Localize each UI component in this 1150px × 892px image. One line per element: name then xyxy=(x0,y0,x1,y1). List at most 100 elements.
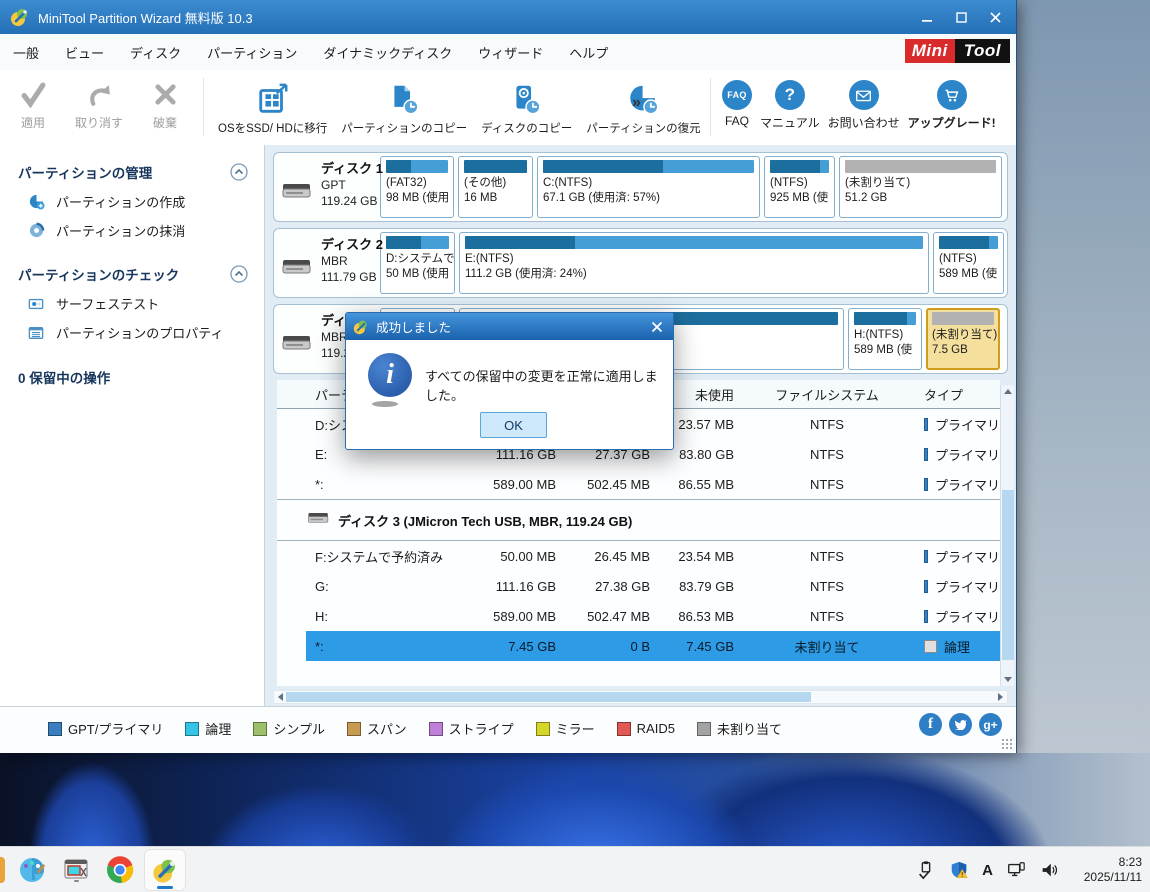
sidebar-item[interactable]: パーティションの作成 xyxy=(0,187,264,216)
legend-item: スパン xyxy=(347,719,407,738)
discard-button[interactable]: 破棄 xyxy=(140,78,190,131)
scrollbar-thumb[interactable] xyxy=(286,692,811,702)
minitool-app-icon xyxy=(353,319,369,335)
chrome-icon[interactable] xyxy=(106,856,134,884)
column-header[interactable]: タイプ xyxy=(920,385,1000,404)
disk-copy-button[interactable]: ディスクのコピー xyxy=(477,80,576,136)
googleplus-icon[interactable]: g+ xyxy=(979,713,1002,736)
table-row[interactable]: G:111.16 GB27.38 GB83.79 GBNTFSプライマリ xyxy=(277,571,1000,601)
disk-info[interactable]: ディスク 2MBR111.79 GB xyxy=(277,232,380,294)
minitool-taskbar-button[interactable] xyxy=(144,849,186,891)
menu-item[interactable]: パーティション xyxy=(194,34,310,70)
legend-label: シンプル xyxy=(273,719,325,738)
taskbar-clock[interactable]: 8:23 2025/11/11 xyxy=(1072,855,1142,885)
type-cell: 論理 xyxy=(920,631,1000,661)
cell: 502.47 MB xyxy=(556,609,650,624)
scroll-down-icon[interactable] xyxy=(1001,674,1015,686)
menu-item[interactable]: 一般 xyxy=(0,34,52,70)
type-swatch-icon xyxy=(924,580,928,593)
scrollbar-thumb[interactable] xyxy=(1002,490,1014,660)
paint-icon[interactable] xyxy=(18,856,46,884)
partition-box[interactable]: (未割り当て)7.5 GB xyxy=(926,308,1000,370)
partition-properties-icon xyxy=(28,324,46,342)
info-icon: i xyxy=(368,353,412,397)
button-label: お問い合わせ xyxy=(828,114,900,131)
partition-box[interactable]: (未割り当て)51.2 GB xyxy=(839,156,1002,218)
sidebar-group-title: パーティションのチェック xyxy=(0,259,264,289)
vertical-scrollbar[interactable] xyxy=(1000,385,1014,686)
minimize-icon[interactable] xyxy=(912,6,942,28)
collapse-icon[interactable] xyxy=(230,163,248,181)
os-migrate-button[interactable]: OSをSSD/ HDに移行 xyxy=(214,80,331,136)
twitter-icon[interactable] xyxy=(949,713,972,736)
type-swatch-icon xyxy=(924,478,928,491)
apply-check-icon xyxy=(20,78,47,110)
menu-item[interactable]: ビュー xyxy=(52,34,117,70)
undo-button[interactable]: 取り消す xyxy=(74,78,124,131)
menu-item[interactable]: ディスク xyxy=(117,34,194,70)
cell: G: xyxy=(306,579,466,594)
ok-button[interactable]: OK xyxy=(480,412,547,438)
partition-box[interactable]: (NTFS)589 MB (使 xyxy=(933,232,1004,294)
close-icon[interactable] xyxy=(651,321,663,333)
maximize-icon[interactable] xyxy=(946,6,976,28)
column-header[interactable]: ファイルシステム xyxy=(734,385,920,404)
question-button[interactable]: ?マニュアル xyxy=(760,80,820,131)
type-label: プライマリ xyxy=(935,415,1000,434)
mail-button[interactable]: お問い合わせ xyxy=(828,80,900,131)
menu-item[interactable]: ウィザード xyxy=(465,34,556,70)
cell: 86.55 MB xyxy=(650,477,734,492)
toolbar-overflow-icon[interactable]: » xyxy=(632,94,641,112)
scroll-right-icon[interactable] xyxy=(995,691,1007,703)
collapse-icon[interactable] xyxy=(230,265,248,283)
partition-size: 16 MB xyxy=(464,191,527,206)
scroll-up-icon[interactable] xyxy=(1001,385,1015,397)
partition-box[interactable]: D:システムで50 MB (使用 xyxy=(380,232,455,294)
partition-box[interactable]: H:(NTFS)589 MB (使 xyxy=(848,308,922,370)
sidebar-item[interactable]: パーティションの抹消 xyxy=(0,216,264,245)
partition-usage-bar xyxy=(386,236,449,249)
scroll-left-icon[interactable] xyxy=(274,691,286,703)
dialog-titlebar[interactable]: 成功しました xyxy=(346,313,673,340)
partition-copy-button[interactable]: パーティションのコピー xyxy=(337,80,471,136)
disk-info[interactable]: ディスク 1GPT119.24 GB xyxy=(277,156,380,218)
usb-device-icon[interactable] xyxy=(916,860,936,880)
type-label: プライマリ xyxy=(935,445,1000,464)
ime-mode-icon[interactable]: A xyxy=(982,862,993,879)
table-row[interactable]: F:システムで予約済み50.00 MB26.45 MB23.54 MBNTFSプ… xyxy=(277,541,1000,571)
cart-button[interactable]: アップグレード! xyxy=(908,80,996,131)
network-icon[interactable] xyxy=(1006,860,1026,880)
cell: 111.16 GB xyxy=(466,579,556,594)
security-shield-warning-icon[interactable] xyxy=(949,860,969,880)
sidebar-item[interactable]: パーティションのプロパティ xyxy=(0,318,264,347)
table-row[interactable]: H:589.00 MB502.47 MB86.53 MBNTFSプライマリ xyxy=(277,601,1000,631)
partition-box[interactable]: E:(NTFS)111.2 GB (使用済: 24%) xyxy=(459,232,929,294)
partition-box[interactable]: (NTFS)925 MB (使 xyxy=(764,156,835,218)
snipping-tool-icon[interactable] xyxy=(62,856,90,884)
partition-box[interactable]: (FAT32)98 MB (使用 xyxy=(380,156,454,218)
apply-check-button[interactable]: 適用 xyxy=(8,78,58,131)
cell: 589.00 MB xyxy=(466,609,556,624)
partition-usage-bar xyxy=(845,160,996,173)
taskbar-edge-icon[interactable] xyxy=(0,857,5,883)
horizontal-scrollbar[interactable] xyxy=(273,690,1008,704)
menu-item[interactable]: ダイナミックディスク xyxy=(310,34,465,70)
close-icon[interactable] xyxy=(980,6,1010,28)
drive-icon-small xyxy=(307,510,330,531)
partition-label: H:(NTFS) xyxy=(854,328,916,343)
faq-badge-button[interactable]: FAQFAQ xyxy=(722,80,752,131)
resize-grip[interactable] xyxy=(1001,738,1013,750)
facebook-icon[interactable]: f xyxy=(919,713,942,736)
table-row[interactable]: *:589.00 MB502.45 MB86.55 MBNTFSプライマリ xyxy=(277,469,1000,499)
sidebar-item[interactable]: サーフェステスト xyxy=(0,289,264,318)
partition-box[interactable]: (その他)16 MB xyxy=(458,156,533,218)
cell: 0 B xyxy=(556,631,650,661)
table-row[interactable]: *:7.45 GB0 B7.45 GB未割り当て論理 xyxy=(277,631,1000,661)
partition-recovery-button[interactable]: パーティションの復元 xyxy=(582,80,704,136)
volume-icon[interactable] xyxy=(1039,860,1059,880)
partition-box[interactable]: C:(NTFS)67.1 GB (使用済: 57%) xyxy=(537,156,760,218)
type-cell: プライマリ xyxy=(920,445,1000,464)
type-label: プライマリ xyxy=(935,475,1000,494)
menu-item[interactable]: ヘルプ xyxy=(556,34,621,70)
sidebar-item-label: サーフェステスト xyxy=(56,294,159,313)
